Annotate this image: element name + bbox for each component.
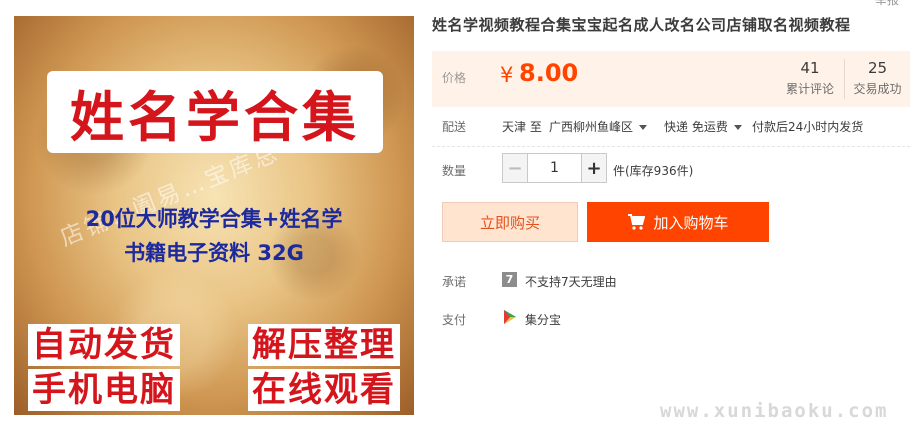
quantity-stepper: − 1 + [502,153,607,183]
shipping-method-select[interactable]: 快递 免运费 [664,118,742,135]
price-currency: ¥ [500,63,514,87]
site-watermark: www.xunibaoku.com [660,400,889,422]
add-to-cart-button[interactable]: 加入购物车 [587,202,769,242]
shipping-destination-select[interactable]: 广西柳州鱼峰区 [549,118,648,135]
report-link[interactable]: 举报 [875,0,899,8]
quantity-label: 数量 [442,164,467,178]
reviews-stat[interactable]: 41 累计评论 [777,59,843,97]
buy-now-button[interactable]: 立即购买 [442,202,578,242]
promise-text[interactable]: 不支持7天无理由 [525,273,617,290]
payment-label: 支付 [442,313,467,327]
chevron-down-icon [639,125,648,130]
image-title-box: 姓名学合集 [47,71,383,153]
shipping-label: 配送 [442,120,467,134]
price-label: 价格 [442,71,467,85]
jifenbao-icon [504,310,516,324]
shipping-destination: 广西柳州鱼峰区 [549,120,634,134]
cart-icon [628,214,646,230]
quantity-increase-button[interactable]: + [581,153,607,183]
image-tag-unzip: 解压整理 [248,324,400,366]
reviews-count: 41 [800,59,820,77]
price-box: 价格 ¥ 8.00 41 累计评论 25 交易成功 [432,51,910,107]
image-subtitle-1: 20位大师教学合集+姓名学 [85,207,343,231]
divider [432,146,910,147]
image-tag-auto-ship: 自动发货 [28,324,180,366]
quantity-decrease-button[interactable]: − [502,153,528,183]
product-image[interactable]: 姓名学合集 店铺：阖易…宝库总 20位大师教学合集+姓名学 书籍电子资料 32G… [14,16,414,415]
sales-count: 25 [867,59,888,77]
add-to-cart-label: 加入购物车 [653,213,729,232]
image-row-1: 自动发货 解压整理 [14,324,414,366]
image-subtitle-2: 书籍电子资料 32G [124,241,304,265]
image-title: 姓名学合集 [70,85,360,149]
stock-text: 件(库存936件) [613,164,694,178]
reviews-label: 累计评论 [785,82,834,96]
sales-stat: 25 交易成功 [844,59,910,99]
no-return-icon: 7 [502,272,517,287]
shipping-method: 快递 免运费 [664,120,728,134]
chevron-down-icon [733,125,742,130]
shipping-dispatch: 付款后24小时内发货 [752,120,864,134]
quantity-input[interactable]: 1 [528,153,581,183]
shipping-from: 天津 至 [502,120,542,134]
price-value: 8.00 [519,59,579,87]
image-row-2: 手机电脑 在线观看 [14,369,414,411]
product-title: 姓名学视频教程合集宝宝起名成人改名公司店铺取名视频教程 [432,16,851,34]
image-tag-online: 在线观看 [248,369,400,411]
sales-label: 交易成功 [853,82,902,96]
payment-method[interactable]: 集分宝 [525,311,561,328]
image-tag-devices: 手机电脑 [28,369,180,411]
promise-label: 承诺 [442,275,467,289]
